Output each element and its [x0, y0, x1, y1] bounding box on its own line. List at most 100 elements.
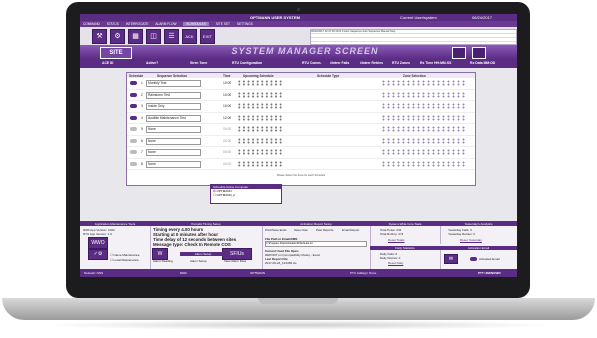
schedule-time[interactable]: 10:00	[223, 93, 231, 97]
menu-item-schedules[interactable]: SCHEDULES	[183, 22, 209, 26]
schedule-type-options[interactable]	[299, 79, 369, 87]
current-user: Current User/system	[400, 15, 437, 20]
reset-totals-link[interactable]: Reset Totals	[388, 238, 404, 242]
upcoming-schedule-grid[interactable]	[237, 126, 283, 132]
sequence-select[interactable]: None	[146, 137, 201, 145]
email-toggle[interactable]	[470, 257, 477, 261]
schedule-time[interactable]: 00:00	[223, 127, 231, 131]
schedule-toggle[interactable]	[130, 104, 137, 108]
schedule-toggle[interactable]	[130, 150, 137, 154]
view-alarm-files[interactable]: View Alarm Files	[224, 259, 246, 263]
upcoming-schedule-grid[interactable]	[237, 149, 283, 155]
schedule-time[interactable]: 00:00	[223, 150, 231, 154]
schedule-type-options[interactable]	[299, 137, 369, 145]
schedule-type-options[interactable]	[299, 91, 369, 99]
check-settings-icon[interactable]: ✓⚙	[88, 249, 108, 260]
past-reports-button[interactable]: Past Reports	[316, 228, 333, 232]
schedule-type-options[interactable]	[299, 102, 369, 110]
menu-item-status[interactable]: STATUS	[107, 22, 119, 26]
sequence-select[interactable]: Monthly Test	[146, 80, 201, 87]
schedule-type-options[interactable]	[299, 114, 369, 122]
schedule-toggle[interactable]	[130, 161, 137, 166]
schedule-toggle[interactable]	[130, 115, 137, 120]
alarm-setup[interactable]: Alarm Setup	[190, 259, 207, 263]
menu-item-settings[interactable]: SETTINGS	[237, 22, 253, 26]
reset-daily-link[interactable]: Reset Daily	[388, 261, 403, 265]
name-maint-check[interactable]: ☐ Name Maintenance	[110, 253, 140, 257]
wrench-icon[interactable]: ⚒	[92, 29, 107, 44]
sequence-select[interactable]: None	[146, 149, 201, 156]
sequence-select[interactable]: Rainstorm Test	[146, 91, 201, 99]
title-bar: OPTMANN USER SYSTEM Current User/system …	[80, 14, 517, 21]
menu-item-interrogate[interactable]: INTERROGATE	[126, 22, 149, 26]
sequence-select[interactable]: Inside Only	[146, 103, 201, 110]
upcoming-schedule-grid[interactable]	[237, 160, 283, 167]
schedule-time[interactable]: 12:00	[223, 116, 231, 120]
local-maint-check[interactable]: ☐ Local Maintenance	[110, 258, 139, 262]
message-type[interactable]: Message type: Check In Remote COS	[153, 242, 231, 247]
settings-icon[interactable]	[472, 47, 486, 59]
schedule-panel: Schedule Sequence Selection Time Upcomin…	[126, 72, 476, 186]
schedule-toggle[interactable]	[130, 92, 137, 97]
site-button[interactable]: SITE	[100, 47, 132, 59]
list-icon[interactable]: ☰	[164, 29, 179, 44]
zone-selection-grid[interactable]	[381, 149, 467, 155]
reset-yesterday-link[interactable]: Reset Yesterday	[460, 238, 482, 242]
email-report-button[interactable]: Email Report	[342, 228, 359, 232]
schedule-time[interactable]: 10:00	[223, 81, 231, 85]
zone-selection-grid[interactable]	[381, 91, 467, 98]
schedule-type-options[interactable]	[299, 160, 369, 168]
upcoming-schedule-grid[interactable]	[237, 137, 283, 144]
menu-item-command[interactable]: COMMAND	[83, 22, 100, 26]
schedule-number: 3	[141, 104, 143, 108]
schedule-toggle[interactable]	[130, 81, 137, 85]
core-stats-title: System-Wide Core Stats	[370, 222, 440, 226]
tools-icon[interactable]: ⚙	[110, 29, 125, 44]
menu-item-site-set[interactable]: SITE SET	[216, 22, 230, 26]
sequence-select[interactable]: None	[146, 126, 201, 133]
upcoming-schedule-grid[interactable]	[237, 103, 283, 109]
zone-selection-grid[interactable]	[381, 114, 467, 121]
col-rtu-config: RTU Configuration	[232, 61, 263, 65]
print-save-button[interactable]: Print/Save Ends	[265, 228, 287, 232]
status-ptt: PTT UNKNOWN	[478, 271, 501, 275]
zone-selection-grid[interactable]	[381, 126, 467, 132]
webcam-icon	[297, 8, 300, 11]
email-icon[interactable]: ✉	[444, 254, 458, 264]
schedule-type-options[interactable]	[299, 148, 369, 156]
sequence-select[interactable]: Audible Maintenance Test	[146, 114, 201, 122]
zone-selection-grid[interactable]	[381, 80, 467, 86]
zone-selection-grid[interactable]	[381, 137, 467, 144]
grid-view-icon[interactable]	[452, 47, 466, 59]
sequence-select[interactable]: None	[146, 160, 201, 168]
schedule-time[interactable]: 10:00	[223, 104, 231, 108]
grid-icon[interactable]: ▦	[128, 29, 143, 44]
menu-item-alarm-flow[interactable]: ALARM FLOW	[155, 22, 176, 26]
popup-item[interactable]: ☐ OPTMANN_2	[211, 193, 281, 197]
rtu-version: RTU App Version: 1.0	[83, 232, 112, 236]
zone-selection-grid[interactable]	[381, 103, 467, 109]
ack-button[interactable]: ACK	[182, 29, 197, 44]
col-siren-tone: Siren Tone	[190, 61, 208, 65]
schedule-toggle[interactable]	[130, 138, 137, 143]
page-title: SYSTEM MANAGER SCREEN	[231, 46, 379, 56]
status-value: 6000	[180, 271, 187, 275]
save-now-button[interactable]: Save Now	[294, 228, 308, 232]
schedule-time[interactable]: 00:00	[223, 139, 231, 143]
alarm-reading[interactable]: Alarm Reading	[153, 259, 173, 263]
schedule-number: 2	[141, 92, 143, 97]
zone-selection-grid[interactable]	[381, 160, 467, 167]
schedule-toggle[interactable]	[130, 127, 137, 131]
schedule-type-options[interactable]	[299, 125, 369, 133]
daily-stats-section: Daily Statistics Daily Fails: 0 Daily Re…	[370, 246, 441, 270]
map-icon[interactable]: ◫	[146, 29, 161, 44]
upcoming-schedule-grid[interactable]	[237, 114, 283, 121]
col-interr-retries: #Interr Retries	[360, 61, 383, 65]
exit-button[interactable]: EXIT	[200, 29, 215, 44]
upcoming-schedule-grid[interactable]	[237, 80, 283, 86]
schedule-time[interactable]: 00:00	[223, 162, 231, 166]
upcoming-schedule-grid[interactable]	[237, 91, 283, 98]
file-path-input[interactable]: C:\Program Files\Activation\Files\Last.t…	[265, 241, 367, 247]
yesterday-section: Yesterday's Analytics Yesterday Fails: 0…	[440, 222, 517, 244]
wwo-button[interactable]: WWO	[88, 237, 108, 249]
